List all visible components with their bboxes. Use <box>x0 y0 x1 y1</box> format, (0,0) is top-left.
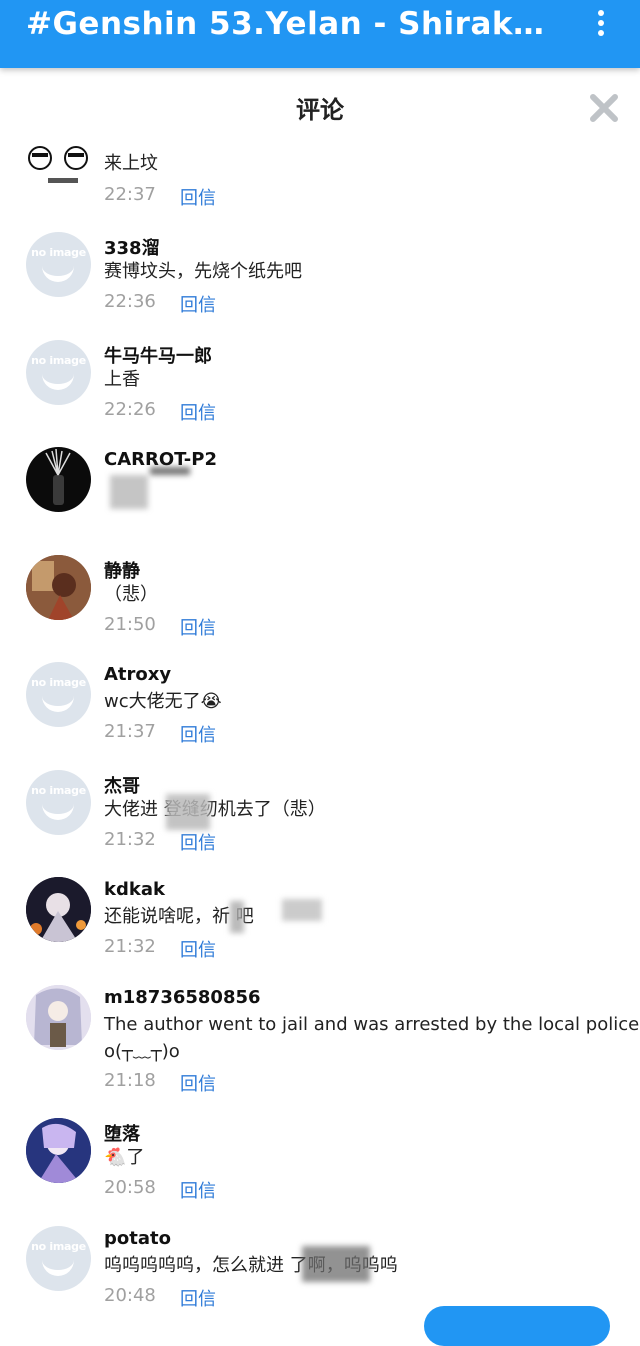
avatar-image[interactable] <box>26 1118 91 1183</box>
avatar-no-image[interactable]: no image <box>26 1226 91 1291</box>
reply-button[interactable]: 回信 <box>180 399 216 425</box>
comment-time: 20:48 <box>104 1285 156 1306</box>
app-bar-title: #Genshin 53.Yelan - Shirakami... <box>26 6 546 42</box>
comment-text: wc大佬无了😭 <box>104 691 222 712</box>
reply-button[interactable]: 回信 <box>180 291 216 317</box>
comment-text: The author went to jail and was arrested… <box>104 1014 640 1035</box>
no-image-label: no image <box>31 676 86 689</box>
meme-avatar <box>26 144 92 188</box>
comment-time: 21:37 <box>104 721 156 742</box>
redacted-content <box>150 467 190 475</box>
comment-username[interactable]: 牛马牛马一郎 <box>104 342 212 368</box>
smile-icon <box>42 1256 74 1276</box>
no-image-label: no image <box>31 354 86 367</box>
comment-time: 21:50 <box>104 614 156 635</box>
redacted-content <box>282 899 322 921</box>
avatar-image[interactable] <box>26 555 91 620</box>
comment-text: o(┬﹏┬)o <box>104 1041 180 1062</box>
avatar-image[interactable] <box>26 877 91 942</box>
comments-title: 评论 <box>296 96 344 124</box>
comment-time: 22:37 <box>104 184 156 205</box>
avatar-no-image[interactable]: no image <box>26 770 91 835</box>
redacted-content <box>110 475 148 509</box>
no-image-label: no image <box>31 246 86 259</box>
comment-username[interactable]: 堕落 <box>104 1120 140 1146</box>
reply-button[interactable]: 回信 <box>180 1070 216 1096</box>
comment-time: 20:58 <box>104 1177 156 1198</box>
comment-username[interactable]: Atroxy <box>104 664 171 685</box>
smile-icon <box>42 800 74 820</box>
avatar-image[interactable] <box>26 985 91 1050</box>
redacted-content <box>302 1246 370 1282</box>
reply-button[interactable]: 回信 <box>180 721 216 747</box>
more-vert-icon[interactable] <box>594 10 608 40</box>
comment-text: （悲） <box>104 584 158 605</box>
comment-text: 上香 <box>104 369 140 390</box>
comment-username[interactable]: 338溜 <box>104 234 160 260</box>
comment-username[interactable]: m18736580856 <box>104 987 261 1008</box>
avatar-no-image[interactable]: no image <box>26 340 91 405</box>
reply-button[interactable]: 回信 <box>180 829 216 855</box>
comment-time: 21:32 <box>104 829 156 850</box>
no-image-label: no image <box>31 1240 86 1253</box>
smile-icon <box>42 370 74 390</box>
reply-button[interactable]: 回信 <box>180 936 216 962</box>
reply-button[interactable]: 回信 <box>180 1285 216 1311</box>
redacted-content <box>230 901 244 933</box>
floating-action-button[interactable] <box>424 1306 610 1346</box>
close-icon[interactable] <box>588 92 620 124</box>
comment-text: 赛博坟头，先烧个纸先吧 <box>104 261 302 282</box>
avatar-no-image[interactable]: no image <box>26 662 91 727</box>
reply-button[interactable]: 回信 <box>180 1177 216 1203</box>
comment-text: 🐔了 <box>104 1147 145 1168</box>
reply-button[interactable]: 回信 <box>180 614 216 640</box>
comment-time: 22:26 <box>104 399 156 420</box>
app-bar: #Genshin 53.Yelan - Shirakami... <box>0 0 640 68</box>
comment-text: 来上坟 <box>104 153 158 174</box>
comment-username[interactable]: 杰哥 <box>104 772 140 798</box>
avatar-image[interactable] <box>26 447 91 512</box>
smile-icon <box>42 692 74 712</box>
comment-username[interactable]: 静静 <box>104 557 140 583</box>
smile-icon <box>42 262 74 282</box>
comment-time: 21:32 <box>104 936 156 957</box>
avatar-no-image[interactable]: no image <box>26 232 91 297</box>
comment-username[interactable]: potato <box>104 1228 171 1249</box>
comment-time: 22:36 <box>104 291 156 312</box>
comment-username[interactable]: kdkak <box>104 879 165 900</box>
comment-time: 21:18 <box>104 1070 156 1091</box>
no-image-label: no image <box>31 784 86 797</box>
redacted-content <box>166 794 210 830</box>
reply-button[interactable]: 回信 <box>180 184 216 210</box>
comment-text: 大佬进 登缝纫机去了（悲） <box>104 799 326 820</box>
